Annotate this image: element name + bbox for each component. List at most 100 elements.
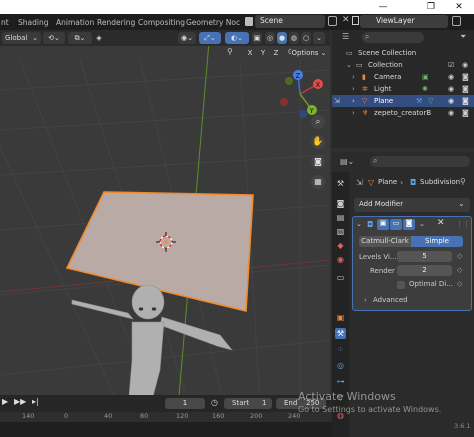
remove-modifier-icon[interactable]: ✕ bbox=[437, 218, 445, 228]
axis-z-toggle[interactable]: Z bbox=[270, 47, 282, 59]
maximize-button[interactable]: ❐ bbox=[418, 0, 444, 14]
render-camera-icon[interactable]: ◙ bbox=[462, 83, 469, 95]
timeline-ruler[interactable]: 140 0 40 80 120 160 200 240 bbox=[0, 412, 332, 422]
add-modifier-button[interactable]: Add Modifier ⌄ bbox=[354, 198, 470, 212]
clock-icon[interactable]: ◷ bbox=[211, 398, 218, 407]
outliner-row-zepeto[interactable]: › ♆ zepeto_creatorB ◉ ◙ bbox=[332, 107, 474, 119]
simple-option[interactable]: Simple bbox=[411, 236, 463, 247]
snap-settings-icon[interactable]: ◈ bbox=[95, 32, 103, 44]
close-scene-icon[interactable]: ✕ bbox=[342, 15, 350, 25]
close-button[interactable]: ✕ bbox=[446, 0, 472, 14]
visibility-eye-icon[interactable]: ◉ bbox=[448, 107, 454, 119]
tab-shading[interactable]: Shading bbox=[18, 16, 48, 29]
pin-icon[interactable]: ⚲ bbox=[460, 177, 466, 186]
tab-rendering[interactable]: Rendering bbox=[97, 16, 135, 29]
filter-icon[interactable]: ⏷ bbox=[460, 32, 470, 42]
perspective-grid-icon[interactable]: ▦ bbox=[311, 175, 325, 189]
view-layer-tab-icon[interactable]: ▧ bbox=[335, 226, 346, 237]
edit-mode-toggle-icon[interactable]: ▣ bbox=[377, 219, 389, 230]
world-tab-icon[interactable]: ◉ bbox=[335, 254, 346, 265]
render-camera-icon[interactable]: ◙ bbox=[462, 95, 469, 107]
outliner-row-scene-collection[interactable]: ▭ Scene Collection bbox=[332, 47, 474, 59]
advanced-subpanel-label[interactable]: Advanced bbox=[373, 296, 408, 304]
view-object-types-icon[interactable]: ◉⌄ bbox=[178, 32, 196, 44]
output-tab-icon[interactable]: ▤ bbox=[335, 212, 346, 223]
tab-layout[interactable]: nt bbox=[1, 16, 9, 29]
visibility-eye-icon[interactable]: ◉ bbox=[448, 83, 454, 95]
scene-tab-icon[interactable]: ◆ bbox=[335, 240, 346, 251]
catmull-clark-option[interactable]: Catmull-Clark bbox=[359, 236, 411, 247]
render-levels-field[interactable]: 2 bbox=[397, 265, 452, 276]
start-frame-field[interactable]: Start 1 bbox=[224, 398, 272, 409]
shading-wireframe-icon[interactable]: ◎ bbox=[265, 32, 275, 44]
pin-icon[interactable]: ⇲ bbox=[356, 178, 363, 187]
show-gizmo-icon[interactable]: ⤢⌄ bbox=[199, 32, 221, 44]
keyframe-dot-icon[interactable]: ◇ bbox=[457, 266, 462, 274]
particles-tab-icon[interactable]: ⁘ bbox=[335, 344, 346, 355]
physics-tab-icon[interactable]: ◎ bbox=[335, 360, 346, 371]
outliner-editor-icon[interactable]: ☰ bbox=[342, 32, 352, 42]
view-layer-selector[interactable]: ViewLayer bbox=[360, 15, 448, 28]
levels-viewport-field[interactable]: 5 bbox=[397, 251, 452, 262]
snap-icon[interactable]: ⧉⌄ bbox=[68, 32, 92, 44]
visibility-eye-icon[interactable]: ◉ bbox=[448, 71, 454, 83]
outliner-row-camera[interactable]: › ▮ Camera ▣ ◉ ◙ bbox=[332, 71, 474, 83]
tab-geometry-nodes[interactable]: Geometry Noc bbox=[186, 16, 240, 29]
tool-tab-icon[interactable]: ⚒ bbox=[335, 178, 346, 189]
collection-tab-icon[interactable]: ▭ bbox=[335, 272, 346, 283]
shading-material-icon[interactable]: ◍ bbox=[289, 32, 299, 44]
chevron-right-icon[interactable]: › bbox=[364, 296, 367, 304]
scene-selector[interactable]: Scene bbox=[255, 15, 325, 28]
constraints-tab-icon[interactable]: ⊶ bbox=[335, 376, 346, 387]
jump-end-icon[interactable]: ▶▶ bbox=[14, 397, 26, 406]
tab-compositing[interactable]: Compositing bbox=[138, 16, 185, 29]
orientation-dropdown[interactable]: Global ⌄ bbox=[2, 32, 41, 44]
object-tab-icon[interactable]: ▣ bbox=[335, 312, 346, 323]
properties-editor-icon[interactable]: ▤⌄ bbox=[340, 157, 354, 166]
visibility-eye-icon[interactable]: ◉ bbox=[462, 59, 468, 71]
mirror-icon[interactable]: ⚲ bbox=[227, 47, 235, 59]
show-in-render-icon[interactable]: ◙ bbox=[403, 219, 415, 230]
minimize-button[interactable]: — bbox=[370, 0, 396, 14]
shading-options-icon[interactable]: ⌄ bbox=[313, 32, 325, 44]
properties-search-input[interactable]: ⌕ bbox=[370, 156, 470, 167]
restrict-toggle-icon[interactable]: ⇲ bbox=[334, 95, 340, 107]
outliner-row-collection[interactable]: ⌄ ▭ Collection ☑ ◉ bbox=[332, 59, 474, 71]
outliner-row-light[interactable]: › ✲ Light ✺ ◉ ◙ bbox=[332, 83, 474, 95]
copy-view-layer-icon[interactable] bbox=[452, 16, 461, 26]
render-tab-icon[interactable]: ◙ bbox=[335, 198, 346, 209]
modifier-tab-icon[interactable]: ⚒ bbox=[335, 328, 346, 339]
render-camera-icon[interactable]: ◙ bbox=[462, 71, 469, 83]
3d-viewport[interactable]: X Y Z ⌕ ✋ ◙ ▦ bbox=[0, 30, 330, 408]
checkbox-icon[interactable]: ☑ bbox=[448, 59, 454, 71]
shading-solid-icon[interactable]: ● bbox=[277, 32, 287, 44]
axis-y-toggle[interactable]: Y bbox=[257, 47, 269, 59]
chevron-down-icon[interactable]: ⌄ bbox=[419, 220, 425, 228]
xray-icon[interactable]: ▣ bbox=[252, 32, 262, 44]
axis-x-toggle[interactable]: X bbox=[244, 47, 256, 59]
copy-scene-icon[interactable] bbox=[328, 16, 337, 26]
shading-rendered-icon[interactable]: ○ bbox=[301, 32, 311, 44]
zoom-icon[interactable]: ⌕ bbox=[311, 115, 325, 129]
keyframe-dot-icon[interactable]: ◇ bbox=[457, 280, 462, 288]
show-in-viewport-icon[interactable]: ▭ bbox=[390, 219, 402, 230]
pivot-point-icon[interactable]: ⟲⌄ bbox=[43, 32, 65, 44]
current-frame-field[interactable]: 1 bbox=[165, 398, 205, 409]
camera-view-icon[interactable]: ◙ bbox=[311, 155, 325, 169]
timeline-track-area[interactable] bbox=[0, 422, 332, 437]
navigation-gizmo[interactable]: X Y Z bbox=[272, 66, 328, 122]
chevron-down-icon[interactable]: ⌄ bbox=[356, 220, 362, 228]
outliner-row-plane[interactable]: ⇲ › ▽ Plane ⚒ ▽ ◉ ◙ bbox=[332, 95, 474, 107]
render-camera-icon[interactable]: ◙ bbox=[462, 107, 469, 119]
tab-animation[interactable]: Animation bbox=[56, 16, 94, 29]
overlays-icon[interactable]: ◐⌄ bbox=[225, 32, 249, 44]
optimal-display-checkbox[interactable] bbox=[397, 281, 405, 289]
keyframe-dot-icon[interactable]: ◇ bbox=[457, 252, 462, 260]
options-dropdown[interactable]: Options ⌄ bbox=[291, 47, 327, 59]
outliner-search-input[interactable]: ⌕ bbox=[362, 32, 424, 43]
visibility-eye-icon[interactable]: ◉ bbox=[448, 95, 454, 107]
play-icon[interactable]: ▶ bbox=[2, 397, 8, 406]
drag-handle-icon[interactable]: ⋮⋮ bbox=[456, 220, 470, 228]
jump-last-icon[interactable]: ▸| bbox=[32, 397, 39, 406]
pan-hand-icon[interactable]: ✋ bbox=[311, 135, 325, 149]
